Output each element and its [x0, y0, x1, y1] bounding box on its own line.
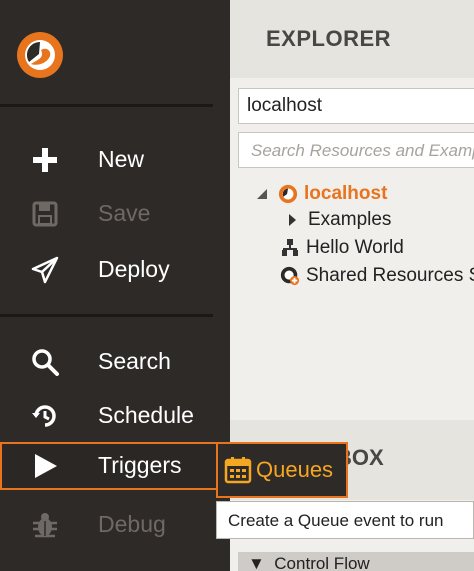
explorer-title: EXPLORER	[266, 26, 392, 51]
search-icon	[30, 347, 60, 377]
new-label: New	[98, 146, 145, 172]
collapse-triangle-icon[interactable]	[252, 183, 272, 205]
calendar-icon	[224, 457, 252, 484]
queues-tooltip: Create a Queue event to run	[216, 501, 474, 539]
shared-resources-icon	[280, 265, 300, 287]
tree-item-label: Shared Resources Se	[306, 265, 474, 286]
toolbox-group-control-flow[interactable]: ▼ Control Flow	[238, 552, 474, 571]
tree-item-examples[interactable]: Examples	[282, 207, 391, 233]
server-logo-icon	[278, 183, 298, 205]
tree-item-hello-world[interactable]: Hello World	[280, 235, 404, 261]
history-icon	[30, 401, 60, 431]
app-logo-icon[interactable]	[15, 30, 65, 80]
collapse-triangle-icon: ▼	[248, 554, 275, 571]
nav-divider	[0, 104, 213, 107]
save-label: Save	[98, 200, 151, 226]
left-nav: New Save Deploy Search Schedule Triggers	[0, 0, 230, 571]
expand-triangle-icon[interactable]	[282, 209, 302, 231]
tree-item-label: localhost	[304, 183, 388, 204]
paper-plane-icon	[30, 255, 60, 285]
host-field[interactable]: localhost	[238, 88, 474, 124]
triggers-button[interactable]: Triggers	[0, 442, 218, 490]
search-button[interactable]: Search	[0, 338, 213, 386]
tree-item-localhost[interactable]: localhost	[252, 181, 387, 207]
play-icon	[30, 451, 60, 481]
debug-label: Debug	[98, 511, 166, 537]
tree-item-label: Examples	[308, 209, 392, 230]
tree-item-shared-resources[interactable]: Shared Resources Se	[280, 263, 474, 289]
triggers-label: Triggers	[98, 452, 182, 478]
bug-icon	[30, 510, 60, 540]
plus-icon	[30, 145, 60, 175]
queues-menu-item[interactable]: Queues	[216, 442, 348, 498]
deploy-button[interactable]: Deploy	[0, 246, 213, 294]
debug-button[interactable]: Debug	[0, 501, 213, 549]
save-button[interactable]: Save	[0, 190, 213, 238]
nav-divider	[0, 314, 213, 317]
search-label: Search	[98, 348, 171, 374]
workflow-icon	[280, 237, 300, 259]
queues-label: Queues	[256, 457, 334, 482]
deploy-label: Deploy	[98, 256, 170, 282]
new-button[interactable]: New	[0, 136, 213, 184]
tree-item-label: Hello World	[306, 237, 404, 258]
toolbox-group-label: Control Flow	[274, 554, 370, 571]
schedule-label: Schedule	[98, 402, 194, 428]
save-icon	[30, 199, 60, 229]
schedule-button[interactable]: Schedule	[0, 392, 213, 440]
resource-search-input[interactable]: Search Resources and Examples	[238, 132, 474, 168]
